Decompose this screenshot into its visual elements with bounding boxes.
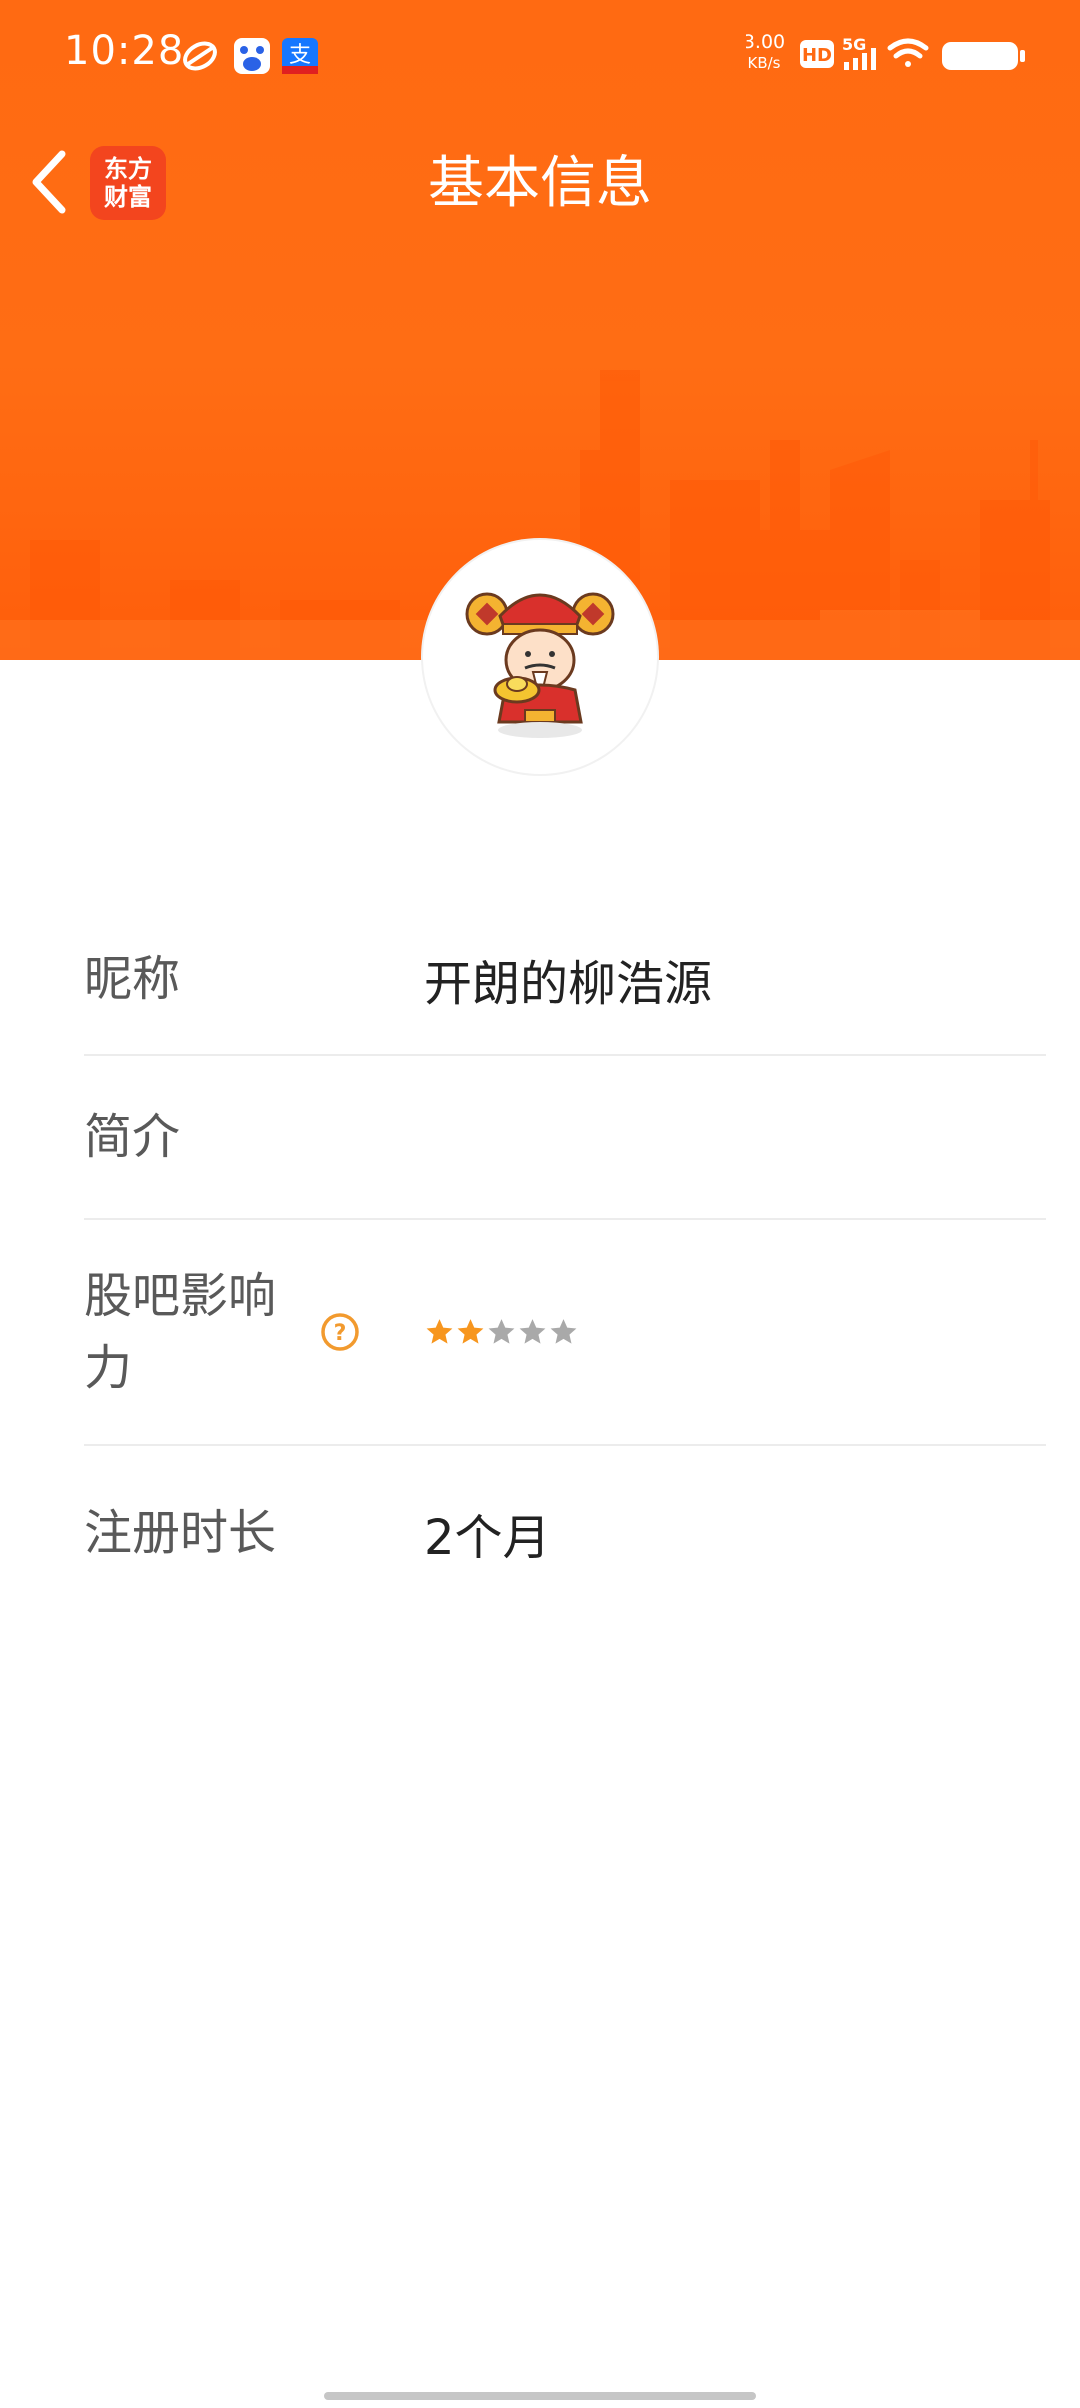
influence-star-rating: [424, 1314, 579, 1350]
profile-basic-info-screen: 10:28 支 3.00 KB/s HD 5G 东方 财富 基本信息 昵称 开朗…: [0, 0, 1080, 2408]
influence-row: 股吧影响 力 ?: [84, 1220, 1046, 1446]
status-app-icons: 支: [183, 38, 318, 74]
registration-label: 注册时长: [84, 1505, 277, 1561]
wifi-icon: [887, 38, 929, 67]
signal-icon: 5G: [842, 35, 876, 70]
influence-label: 股吧影响 力: [84, 1260, 324, 1404]
hd-icon: HD: [800, 40, 834, 68]
alipay-icon: 支: [282, 38, 318, 74]
registration-value: 2个月: [424, 1510, 551, 1566]
influence-label-line1: 股吧影响: [84, 1268, 277, 1324]
intro-row: 简介: [84, 1056, 1046, 1220]
status-bar: 10:28 支 3.00 KB/s HD 5G: [0, 0, 1080, 110]
svg-text:支: 支: [289, 43, 311, 68]
svg-text:3.00: 3.00: [746, 31, 785, 53]
star-filled-icon: [426, 1319, 453, 1344]
star-empty-icon: [550, 1319, 577, 1344]
svg-text:KB/s: KB/s: [748, 54, 781, 72]
svg-text:HD: HD: [802, 45, 832, 66]
star-filled-icon: [457, 1319, 484, 1344]
star-empty-icon: [519, 1319, 546, 1344]
nickname-value: 开朗的柳浩源: [424, 956, 713, 1012]
home-indicator[interactable]: [324, 2392, 756, 2400]
svg-text:5G: 5G: [842, 35, 866, 54]
nickname-row: 昵称 开朗的柳浩源: [84, 904, 1046, 1056]
star-empty-icon: [488, 1319, 515, 1344]
basic-info-list: 昵称 开朗的柳浩源 简介 股吧影响 力 ? 注册时长 2个月: [84, 904, 1046, 1620]
intro-label: 简介: [84, 1109, 181, 1165]
caishen-mascot-avatar: [465, 592, 615, 738]
svg-text:?: ?: [334, 1321, 347, 1346]
status-time: 10:28: [64, 28, 185, 74]
nickname-label: 昵称: [84, 951, 181, 1007]
help-icon[interactable]: ?: [320, 1312, 360, 1352]
influence-label-line2: 力: [84, 1340, 133, 1396]
baidu-icon: [234, 38, 270, 74]
net-speed-indicator: 3.00 KB/s: [746, 31, 785, 72]
sync-icon: [183, 41, 217, 71]
page-title: 基本信息: [428, 151, 652, 216]
registration-row: 注册时长 2个月: [84, 1446, 1046, 1620]
battery-icon: [942, 42, 1025, 70]
avatar[interactable]: [423, 540, 657, 774]
status-system-icons: 3.00 KB/s HD 5G: [746, 31, 1025, 72]
